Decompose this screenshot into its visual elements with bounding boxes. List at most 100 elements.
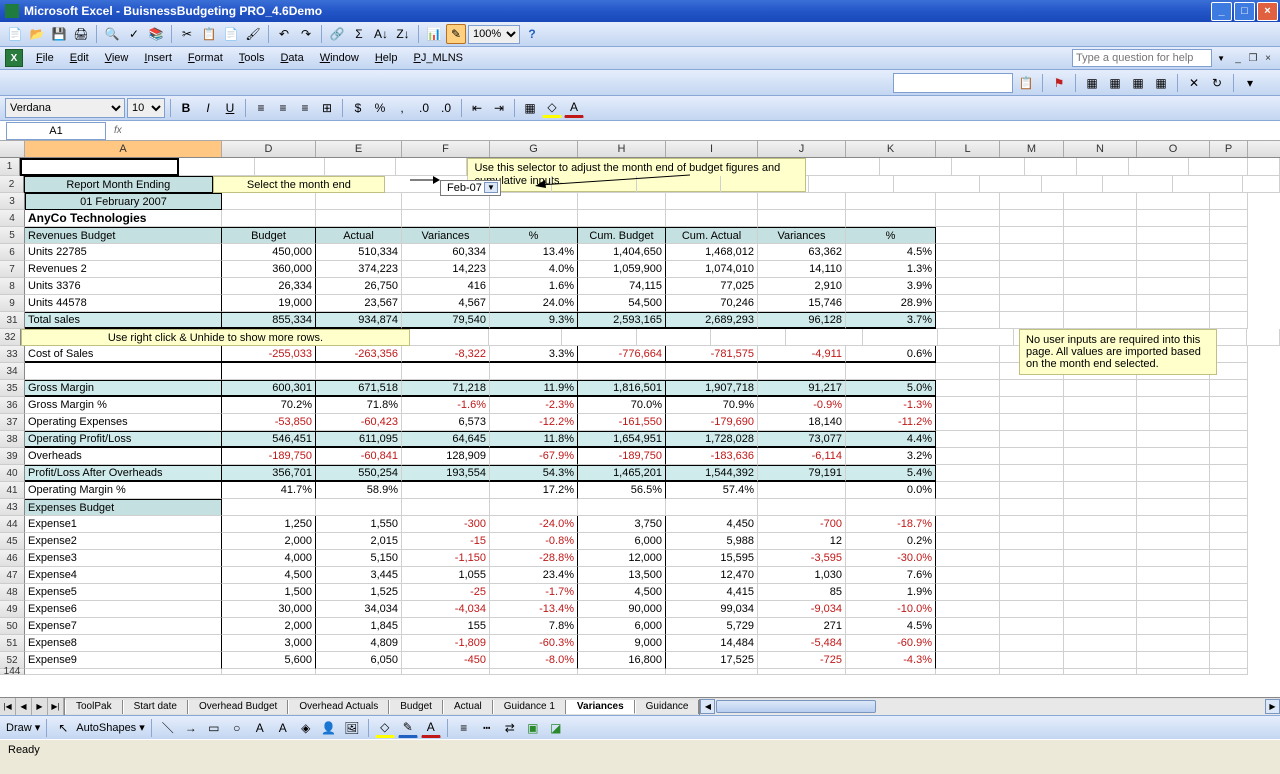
- cell[interactable]: [1064, 312, 1137, 329]
- cell[interactable]: 4.0%: [490, 261, 578, 278]
- row-header[interactable]: 1: [0, 158, 20, 176]
- cell[interactable]: Total sales: [25, 312, 222, 329]
- misc-icon[interactable]: ▾: [1240, 73, 1260, 93]
- bold-icon[interactable]: B: [176, 98, 196, 118]
- cell[interactable]: 1,845: [316, 618, 402, 635]
- row-header[interactable]: 31: [0, 312, 25, 329]
- cell[interactable]: -189,750: [222, 448, 316, 465]
- cell[interactable]: 19,000: [222, 295, 316, 312]
- cell[interactable]: [316, 193, 402, 210]
- row-header[interactable]: 2: [0, 176, 24, 193]
- cell[interactable]: [936, 414, 1000, 431]
- cell[interactable]: 4.5%: [846, 244, 936, 261]
- cell[interactable]: [1129, 158, 1188, 176]
- menu-tools[interactable]: Tools: [231, 50, 273, 66]
- cell[interactable]: 1,550: [316, 516, 402, 533]
- cell[interactable]: 26,750: [316, 278, 402, 295]
- refresh-icon[interactable]: ↻: [1207, 73, 1227, 93]
- row-header[interactable]: 38: [0, 431, 25, 448]
- cell[interactable]: -725: [758, 652, 846, 669]
- sort-asc-icon[interactable]: A↓: [371, 24, 391, 44]
- cell[interactable]: [562, 329, 637, 346]
- wordart-icon[interactable]: A: [273, 718, 293, 738]
- cell[interactable]: Cum. Actual: [666, 227, 758, 244]
- cell[interactable]: [846, 210, 936, 227]
- cell[interactable]: [1210, 380, 1248, 397]
- cell[interactable]: [1210, 397, 1248, 414]
- cell[interactable]: [402, 499, 490, 516]
- doc-restore-button[interactable]: ❐: [1246, 51, 1260, 65]
- cell[interactable]: 6,000: [578, 618, 666, 635]
- cell[interactable]: [936, 397, 1000, 414]
- cell[interactable]: [666, 210, 758, 227]
- cell[interactable]: [578, 499, 666, 516]
- cell[interactable]: [1189, 158, 1248, 176]
- cell[interactable]: [489, 329, 562, 346]
- cell[interactable]: 2,000: [222, 533, 316, 550]
- cell[interactable]: [1137, 618, 1210, 635]
- cell[interactable]: -60.3%: [490, 635, 578, 652]
- cell[interactable]: -4.3%: [846, 652, 936, 669]
- cell[interactable]: [1247, 329, 1280, 346]
- cell[interactable]: [1248, 158, 1280, 176]
- cell[interactable]: [936, 244, 1000, 261]
- diagram-icon[interactable]: ◈: [296, 718, 316, 738]
- row-header[interactable]: 45: [0, 533, 25, 550]
- row-header[interactable]: 8: [0, 278, 25, 295]
- cell[interactable]: 15,746: [758, 295, 846, 312]
- cell[interactable]: [578, 363, 666, 380]
- cell[interactable]: [316, 499, 402, 516]
- sheet-tab-overhead-actuals[interactable]: Overhead Actuals: [288, 700, 389, 714]
- cell[interactable]: [1243, 176, 1280, 193]
- row-header[interactable]: 33: [0, 346, 25, 363]
- cut-icon[interactable]: ✂: [177, 24, 197, 44]
- rect-icon[interactable]: ▭: [204, 718, 224, 738]
- scroll-right-icon[interactable]: ▶: [1265, 699, 1280, 714]
- cell[interactable]: [936, 193, 1000, 210]
- cell[interactable]: 1,728,028: [666, 431, 758, 448]
- cell[interactable]: [1210, 482, 1248, 499]
- font-color-icon[interactable]: A: [564, 98, 584, 118]
- cell[interactable]: Revenues 2: [25, 261, 222, 278]
- cell[interactable]: 79,540: [402, 312, 490, 329]
- cell[interactable]: [222, 193, 316, 210]
- cell[interactable]: [1000, 414, 1064, 431]
- cell[interactable]: Gross Margin: [25, 380, 222, 397]
- cell[interactable]: Operating Expenses: [25, 414, 222, 431]
- cell[interactable]: [490, 499, 578, 516]
- research-icon[interactable]: 📚: [146, 24, 166, 44]
- cell[interactable]: [325, 158, 396, 176]
- cell[interactable]: [1064, 380, 1137, 397]
- cell[interactable]: [402, 669, 490, 675]
- cell[interactable]: 374,223: [316, 261, 402, 278]
- cell[interactable]: 4,809: [316, 635, 402, 652]
- cell[interactable]: Expense1: [25, 516, 222, 533]
- cell[interactable]: Select the month end: [213, 176, 385, 193]
- cell[interactable]: [666, 363, 758, 380]
- cell[interactable]: 3.3%: [490, 346, 578, 363]
- cell[interactable]: [316, 210, 402, 227]
- cell[interactable]: Expense4: [25, 567, 222, 584]
- cell[interactable]: 70.0%: [578, 397, 666, 414]
- cell[interactable]: [402, 210, 490, 227]
- cell[interactable]: [1000, 210, 1064, 227]
- row-header[interactable]: 6: [0, 244, 25, 261]
- cell[interactable]: [1000, 465, 1064, 482]
- cell[interactable]: [1210, 465, 1248, 482]
- 3d-icon[interactable]: ◪: [546, 718, 566, 738]
- cell[interactable]: [578, 669, 666, 675]
- cell[interactable]: [806, 158, 881, 176]
- cell[interactable]: [1210, 669, 1248, 675]
- cell[interactable]: [1137, 652, 1210, 669]
- align-center-icon[interactable]: ≡: [273, 98, 293, 118]
- cell[interactable]: 271: [758, 618, 846, 635]
- draw-menu[interactable]: Draw ▾: [6, 721, 40, 734]
- cell[interactable]: [410, 329, 490, 346]
- cell[interactable]: 23,567: [316, 295, 402, 312]
- cell[interactable]: [936, 363, 1000, 380]
- cell[interactable]: 57.4%: [666, 482, 758, 499]
- col-header-P[interactable]: P: [1210, 141, 1248, 157]
- cell[interactable]: [758, 669, 846, 675]
- cell[interactable]: [490, 669, 578, 675]
- cell[interactable]: [666, 499, 758, 516]
